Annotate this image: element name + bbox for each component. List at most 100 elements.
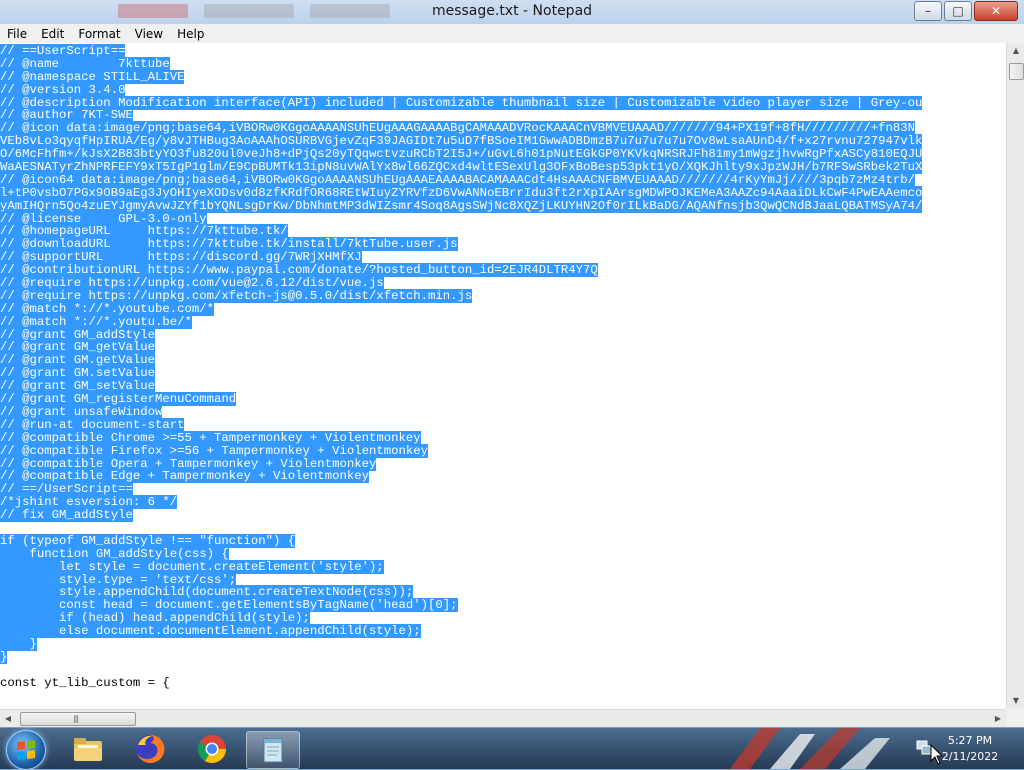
code-line-text: // @license GPL-3.0-only <box>0 211 207 226</box>
folder-icon <box>74 738 102 761</box>
minimize-icon: – <box>925 4 931 18</box>
system-clock[interactable]: 5:27 PM 2/11/2022 <box>938 733 1002 765</box>
code-line: WaAESNATyrZhNPRFEFY9xT5IgP1glm/E9CpBUMTk… <box>0 160 1006 175</box>
code-line-text: // @grant GM.setValue <box>0 366 155 381</box>
menu-bar: File Edit Format View Help <box>0 24 1024 43</box>
wallpaper-art <box>730 728 890 769</box>
maximize-button[interactable]: □ <box>944 1 972 21</box>
code-line: // @match *://*.youtube.com/* <box>0 301 1006 316</box>
mouse-cursor-icon <box>930 744 944 765</box>
code-line-text: // ==/UserScript== <box>0 482 133 497</box>
code-line-text: else document.documentElement.appendChil… <box>0 624 421 639</box>
code-line: // @run-at document-start <box>0 417 1006 432</box>
code-line: } <box>0 649 1006 664</box>
code-line: // @match *://*.youtu.be/* <box>0 314 1006 329</box>
horizontal-scrollbar[interactable]: ◀ ||| ▶ <box>0 709 1006 727</box>
code-line: if (typeof GM_addStyle !== "function") { <box>0 533 1006 548</box>
wallpaper-peek <box>690 728 910 769</box>
code-line-text: /*jshint esversion: 6 */ <box>0 495 178 510</box>
code-line-text: style.appendChild(document.createTextNod… <box>0 585 414 600</box>
start-button[interactable] <box>6 730 46 770</box>
vertical-scrollbar[interactable]: ▲ ▼ <box>1006 43 1024 709</box>
scroll-up-arrow-icon[interactable]: ▲ <box>1007 43 1024 59</box>
grip-icon: ||| <box>73 714 79 723</box>
scroll-down-arrow-icon[interactable]: ▼ <box>1007 693 1024 709</box>
menu-edit[interactable]: Edit <box>34 27 71 41</box>
taskbar-explorer[interactable] <box>62 731 114 767</box>
code-line: // @version 3.4.0 <box>0 82 1006 97</box>
code-line-text: // @match *://*.youtube.com/* <box>0 301 215 316</box>
code-line: const yt_lib_custom = { <box>0 675 1006 690</box>
code-line-text: // @icon data:image/png;base64,iVBORw0KG… <box>0 121 916 136</box>
code-line: l+tP0vsbO7PGx9OB9aEg3JyOHIyeXODsv0d8zfKR… <box>0 185 1006 200</box>
menu-format[interactable]: Format <box>71 27 127 41</box>
clock-time: 5:27 PM <box>947 734 993 747</box>
code-line-text: // @name 7kttube <box>0 56 170 71</box>
code-line-text: let style = document.createElement('styl… <box>0 559 384 574</box>
code-line-text: // @match *://*.youtu.be/* <box>0 314 192 329</box>
code-line: // fix GM_addStyle <box>0 508 1006 523</box>
code-line: // ==UserScript== <box>0 44 1006 58</box>
code-line: yAmIHQrn5Qo4zuEYJgmyAvwJZYf1bYQNLsgDrKw/… <box>0 198 1006 213</box>
code-line: /*jshint esversion: 6 */ <box>0 495 1006 510</box>
code-line-text: // @author 7KT-SWE <box>0 108 133 123</box>
menu-file[interactable]: File <box>0 27 34 41</box>
vertical-scroll-thumb[interactable] <box>1009 63 1024 80</box>
chrome-icon <box>198 735 226 763</box>
scroll-left-arrow-icon[interactable]: ◀ <box>0 710 16 727</box>
code-line-text: // @supportURL https://discord.gg/7WRjXH… <box>0 250 362 265</box>
code-line-text: // @version 3.4.0 <box>0 82 126 97</box>
code-line-text: WaAESNATyrZhNPRFEFY9xT5IgP1glm/E9CpBUMTk… <box>0 160 923 175</box>
windows-logo-icon <box>17 740 35 760</box>
code-line-text: // @compatible Firefox >=56 + Tampermonk… <box>0 443 429 458</box>
code-line-text: // @require https://unpkg.com/xfetch-js@… <box>0 288 473 303</box>
code-line-text: function GM_addStyle(css) { <box>0 546 229 561</box>
horizontal-scroll-thumb[interactable]: ||| <box>20 712 136 726</box>
code-line: // @compatible Chrome >=55 + Tampermonke… <box>0 430 1006 445</box>
code-line-text: style.type = 'text/css'; <box>0 572 237 587</box>
code-line-text: // @compatible Opera + Tampermonkey + Vi… <box>0 456 377 471</box>
taskbar-chrome[interactable] <box>186 731 238 767</box>
code-line: // @icon64 data:image/png;base64,iVBORw0… <box>0 172 1006 187</box>
code-line-text: O/6McFhfm+/kJsX2B83btyYO3fu820ul0veJh8+d… <box>0 147 923 162</box>
code-line-text: l+tP0vsbO7PGx9OB9aEg3JyOHIyeXODsv0d8zfKR… <box>0 185 923 200</box>
code-line-text: // @grant GM_getValue <box>0 340 155 355</box>
close-icon: ✕ <box>990 4 1002 18</box>
code-line-text: const head = document.getElementsByTagNa… <box>0 598 458 613</box>
code-line-text: // @grant GM_addStyle <box>0 327 155 342</box>
firefox-icon <box>136 734 165 763</box>
menu-view[interactable]: View <box>128 27 170 41</box>
title-bar[interactable]: message.txt - Notepad – □ ✕ <box>0 0 1024 25</box>
document-text[interactable]: // ==UserScript==// @name 7kttube// @nam… <box>0 43 1006 690</box>
menu-help[interactable]: Help <box>170 27 211 41</box>
system-tray: 5:27 PM 2/11/2022 <box>904 728 1024 769</box>
code-line-text: // fix GM_addStyle <box>0 508 133 523</box>
close-button[interactable]: ✕ <box>974 1 1018 21</box>
code-line: // @name 7kttube <box>0 56 1006 71</box>
notepad-icon <box>263 738 283 763</box>
scroll-right-arrow-icon[interactable]: ▶ <box>990 710 1006 727</box>
code-line: // @require https://unpkg.com/xfetch-js@… <box>0 288 1006 303</box>
code-line-text: // @contributionURL https://www.paypal.c… <box>0 263 598 278</box>
restore-icon: □ <box>952 4 964 18</box>
size-grip <box>1006 709 1024 727</box>
code-line-text: yAmIHQrn5Qo4zuEYJgmyAvwJZYf1bYQNLsgDrKw/… <box>0 198 923 213</box>
code-line-text: const yt_lib_custom = { <box>0 675 170 690</box>
code-line-text: // @icon64 data:image/png;base64,iVBORw0… <box>0 172 916 187</box>
code-line-text: // @compatible Chrome >=55 + Tampermonke… <box>0 430 421 445</box>
code-line-text: // @homepageURL https://7kttube.tk/ <box>0 224 288 239</box>
taskbar-firefox[interactable] <box>124 731 176 767</box>
code-line: // @grant GM_registerMenuCommand <box>0 392 1006 407</box>
code-line: // @namespace STILL_ALIVE <box>0 69 1006 84</box>
code-line-text: // @grant GM.getValue <box>0 353 155 368</box>
code-line-text: // @require https://unpkg.com/vue@2.6.12… <box>0 276 384 291</box>
taskbar-notepad[interactable] <box>246 731 300 769</box>
minimize-button[interactable]: – <box>914 1 942 21</box>
code-line: else document.documentElement.appendChil… <box>0 624 1006 639</box>
text-editor-area[interactable]: // ==UserScript==// @name 7kttube// @nam… <box>0 43 1006 709</box>
code-line-text: if (head) head.appendChild(style); <box>0 611 310 626</box>
code-line-text: } <box>0 649 8 664</box>
taskbar: 5:27 PM 2/11/2022 <box>0 727 1024 770</box>
code-line-text: // @namespace STILL_ALIVE <box>0 69 185 84</box>
code-line: // @grant unsafeWindow <box>0 404 1006 419</box>
